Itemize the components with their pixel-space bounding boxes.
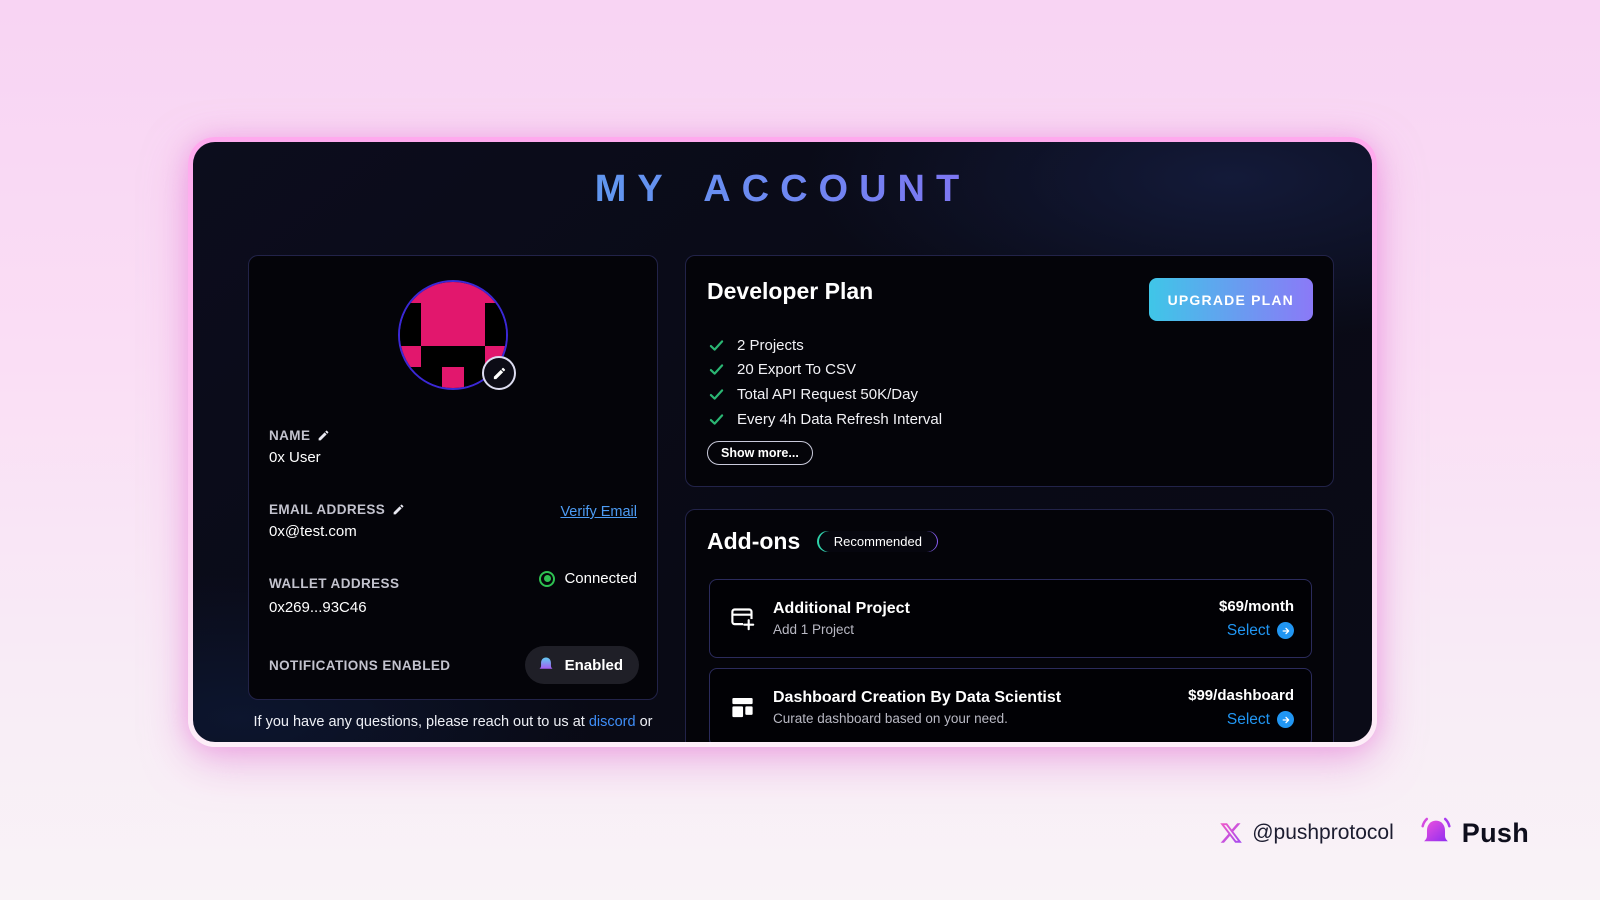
- plan-feature-text: 2 Projects: [737, 337, 804, 354]
- account-card-frame: MY ACCOUNT NAME 0x User: [188, 137, 1377, 747]
- addon-card-additional-project: Additional Project Add 1 Project $69/mon…: [709, 579, 1312, 658]
- addon-select-link[interactable]: Select: [1188, 711, 1294, 729]
- addon-price: $99/dashboard: [1188, 687, 1294, 704]
- avatar: [398, 280, 510, 392]
- name-label: NAME: [269, 428, 330, 443]
- addons-header: Add-ons Recommended: [707, 528, 938, 555]
- wallet-value: 0x269...93C46: [269, 599, 367, 616]
- plan-feature: Every 4h Data Refresh Interval: [709, 407, 942, 432]
- account-card: MY ACCOUNT NAME 0x User: [193, 142, 1372, 742]
- addon-price: $69/month: [1219, 598, 1294, 615]
- addon-subtitle: Curate dashboard based on your need.: [773, 711, 1188, 726]
- plan-feature-text: 20 Export To CSV: [737, 361, 856, 378]
- support-suffix: or: [636, 714, 653, 730]
- addon-card-dashboard-creation: Dashboard Creation By Data Scientist Cur…: [709, 668, 1312, 742]
- email-label: EMAIL ADDRESS: [269, 502, 405, 517]
- plan-feature: Total API Request 50K/Day: [709, 382, 942, 407]
- arrow-right-icon: [1277, 622, 1294, 639]
- discord-link[interactable]: discord: [589, 714, 636, 730]
- push-brand: Push: [1416, 812, 1529, 854]
- check-icon: [709, 338, 724, 353]
- name-label-text: NAME: [269, 428, 310, 443]
- email-label-text: EMAIL ADDRESS: [269, 502, 385, 517]
- bell-icon: [535, 654, 557, 676]
- notifications-label: NOTIFICATIONS ENABLED: [269, 658, 450, 673]
- edit-name-icon[interactable]: [317, 429, 330, 442]
- support-prefix: If you have any questions, please reach …: [254, 714, 589, 730]
- check-icon: [709, 387, 724, 402]
- dashboard-icon: [727, 694, 757, 721]
- plan-feature: 2 Projects: [709, 333, 942, 358]
- addons-title: Add-ons: [707, 528, 800, 555]
- addon-title: Additional Project: [773, 600, 1219, 618]
- addon-title: Dashboard Creation By Data Scientist: [773, 689, 1188, 707]
- notifications-status-text: Enabled: [565, 657, 623, 674]
- recommended-badge-text: Recommended: [819, 531, 937, 552]
- twitter-handle: @pushprotocol: [1252, 821, 1394, 845]
- plan-title: Developer Plan: [707, 278, 873, 305]
- select-label: Select: [1227, 622, 1270, 640]
- arrow-right-icon: [1277, 711, 1294, 728]
- avatar-edit-button[interactable]: [482, 356, 516, 390]
- notifications-toggle[interactable]: Enabled: [525, 646, 639, 684]
- check-icon: [709, 412, 724, 427]
- show-more-button[interactable]: Show more...: [707, 441, 813, 465]
- plan-panel: Developer Plan UPGRADE PLAN 2 Projects 2…: [685, 255, 1334, 487]
- push-brand-text: Push: [1462, 818, 1529, 849]
- page-title: MY ACCOUNT: [193, 168, 1372, 211]
- verify-email-link[interactable]: Verify Email: [560, 504, 637, 520]
- pencil-icon: [492, 366, 507, 381]
- profile-panel: NAME 0x User EMAIL ADDRESS 0x@test.com V…: [248, 255, 658, 700]
- wallet-label: WALLET ADDRESS: [269, 576, 399, 591]
- push-bell-icon: [1416, 812, 1456, 854]
- connected-radio-icon: [539, 571, 555, 587]
- plan-feature-text: Total API Request 50K/Day: [737, 386, 918, 403]
- x-twitter-icon: [1219, 821, 1243, 845]
- twitter-link[interactable]: @pushprotocol: [1219, 821, 1394, 845]
- upgrade-plan-button[interactable]: UPGRADE PLAN: [1149, 278, 1313, 321]
- plan-feature-text: Every 4h Data Refresh Interval: [737, 411, 942, 428]
- name-value: 0x User: [269, 449, 321, 466]
- plan-feature: 20 Export To CSV: [709, 358, 942, 383]
- addons-panel: Add-ons Recommended Additional Project A…: [685, 509, 1334, 742]
- add-project-icon: [727, 605, 757, 632]
- footer: @pushprotocol Push: [1219, 812, 1529, 854]
- wallet-status: Connected: [539, 570, 637, 587]
- wallet-status-text: Connected: [564, 570, 637, 587]
- recommended-badge: Recommended: [817, 531, 938, 552]
- select-label: Select: [1227, 711, 1270, 729]
- plan-feature-list: 2 Projects 20 Export To CSV Total API Re…: [709, 333, 942, 431]
- email-value: 0x@test.com: [269, 523, 357, 540]
- support-text: If you have any questions, please reach …: [248, 714, 658, 730]
- addon-select-link[interactable]: Select: [1219, 622, 1294, 640]
- edit-email-icon[interactable]: [392, 503, 405, 516]
- addon-subtitle: Add 1 Project: [773, 622, 1219, 637]
- check-icon: [709, 362, 724, 377]
